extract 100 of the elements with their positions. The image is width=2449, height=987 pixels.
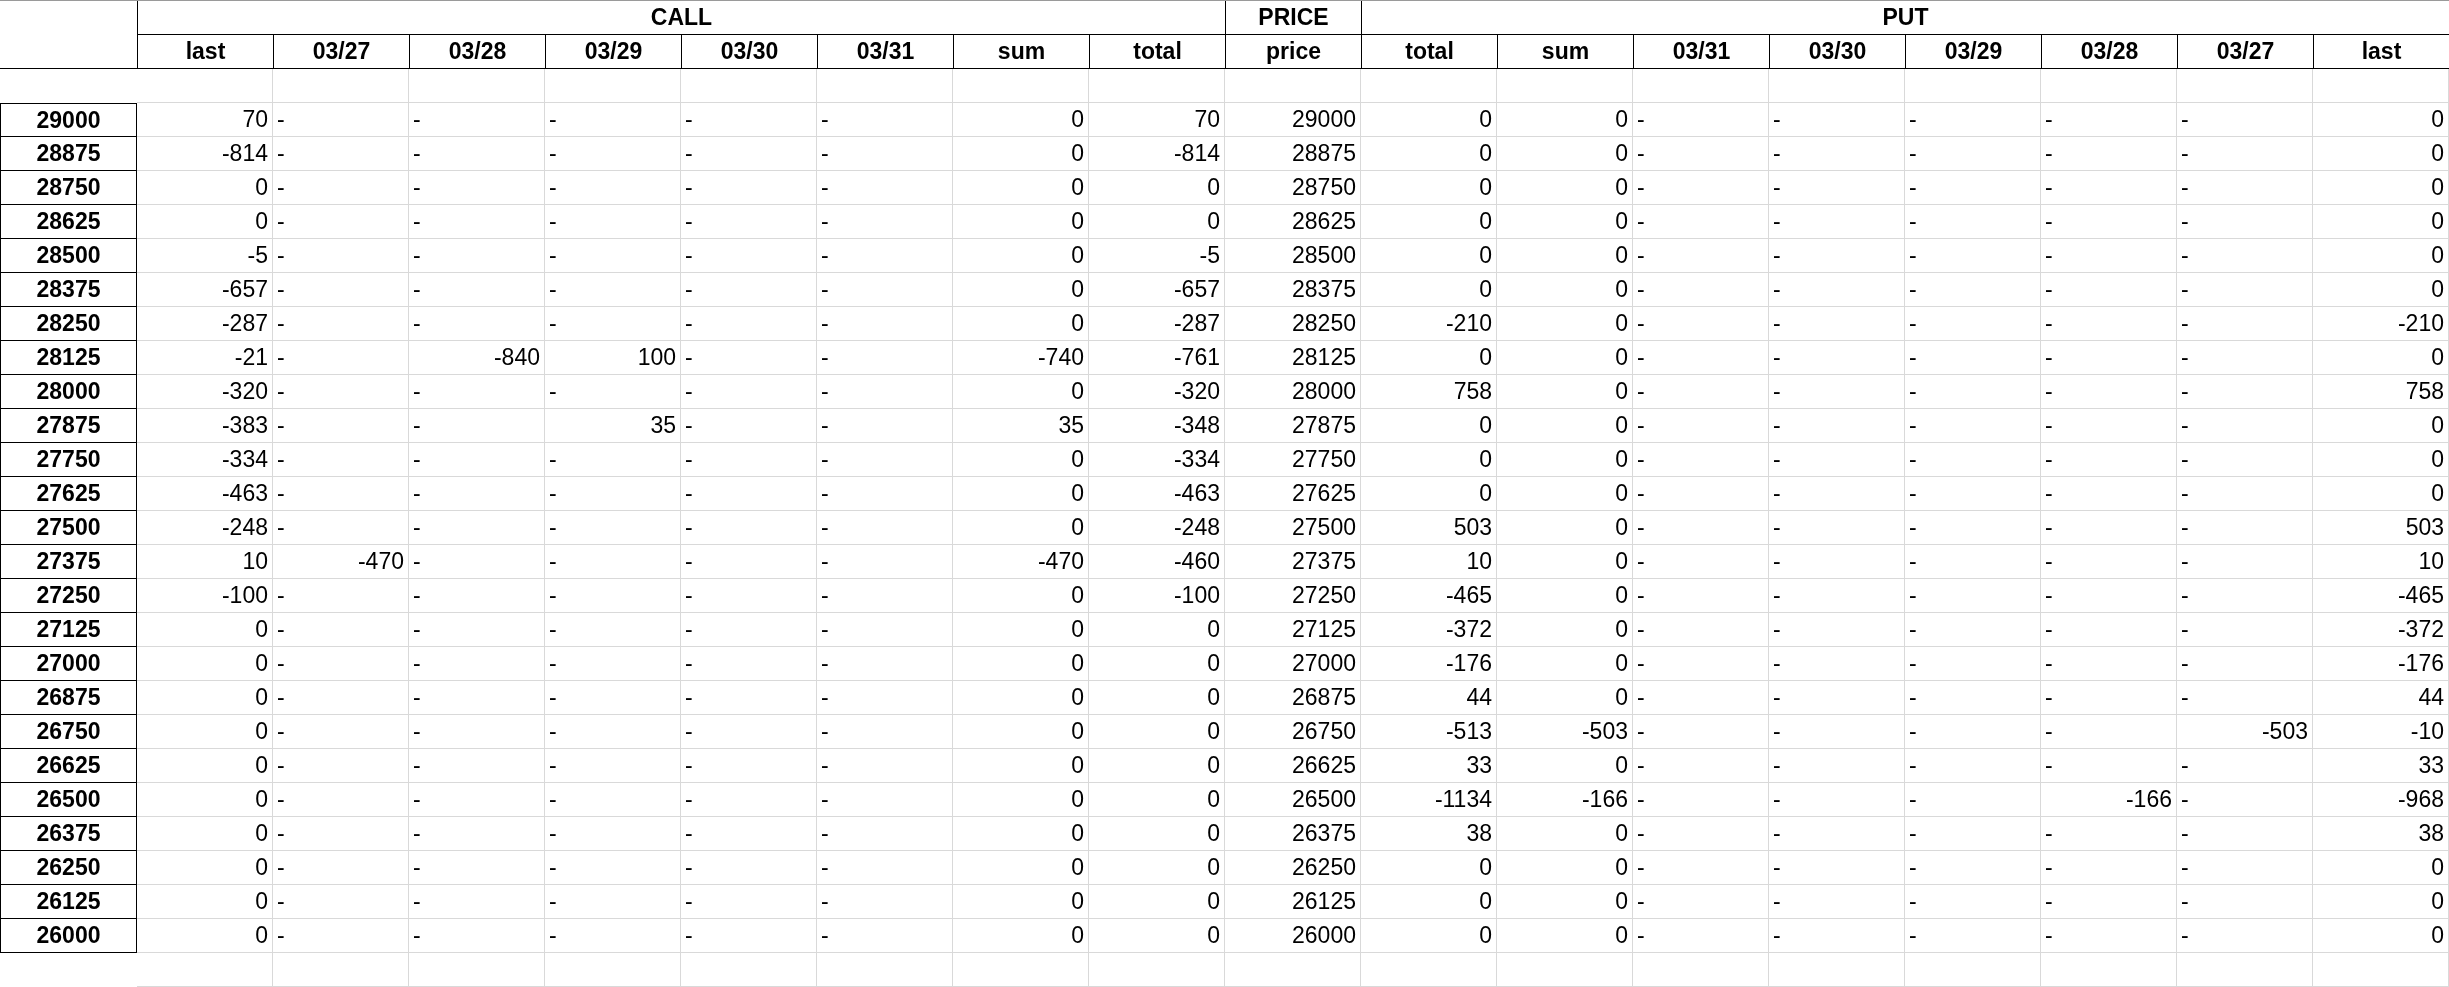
table-cell: - [1633,919,1769,953]
table-cell: - [681,137,817,171]
table-cell: - [2041,545,2177,579]
table-cell: -470 [953,545,1089,579]
table-cell: - [817,375,953,409]
table-cell: - [1905,919,2041,953]
table-cell: - [545,103,681,137]
table-cell: - [1905,171,2041,205]
table-cell: - [1769,239,1905,273]
table-cell: - [273,103,409,137]
table-cell: 0 [1361,273,1497,307]
table-cell: -470 [273,545,409,579]
table-cell: -814 [137,137,273,171]
table-cell: 0 [1497,579,1633,613]
table-cell: 0 [953,239,1089,273]
table-cell: 0 [137,613,273,647]
table-cell: - [409,919,545,953]
table-cell: - [273,851,409,885]
table-cell: - [1769,579,1905,613]
table-cell: - [273,613,409,647]
table-cell: - [2177,239,2313,273]
table-cell: - [545,273,681,307]
table-cell: 0 [953,885,1089,919]
table-cell: - [545,205,681,239]
row-header: 27750 [0,443,137,477]
table-cell: - [2177,511,2313,545]
table-cell: - [817,137,953,171]
table-cell: - [1633,239,1769,273]
table-cell: 0 [2313,103,2449,137]
table-cell: - [1633,579,1769,613]
table-cell: - [1633,749,1769,783]
table-cell: - [817,613,953,647]
table-cell: - [273,579,409,613]
table-cell: - [2177,307,2313,341]
table-cell: - [409,443,545,477]
table-cell: - [409,613,545,647]
table-cell: - [409,409,545,443]
table-cell: -814 [1089,137,1225,171]
table-cell: 0 [1361,477,1497,511]
row-header: 29000 [0,103,137,137]
table-cell: - [273,307,409,341]
table-cell: - [1905,205,2041,239]
table-cell: 0 [1497,443,1633,477]
table-cell: - [2177,783,2313,817]
table-cell: 0 [1497,307,1633,341]
table-cell: 27000 [1225,647,1361,681]
table-cell: - [545,919,681,953]
table-cell: -334 [137,443,273,477]
table-cell: - [2177,817,2313,851]
table-cell: - [1769,749,1905,783]
table-cell: -465 [1361,579,1497,613]
table-cell: - [681,103,817,137]
table-cell: - [409,579,545,613]
table-cell: - [1905,477,2041,511]
table-cell: 26125 [1225,885,1361,919]
table-cell: 0 [953,171,1089,205]
table-cell: -657 [137,273,273,307]
table-cell: 35 [545,409,681,443]
row-header: 26000 [0,919,137,953]
table-cell: - [545,375,681,409]
table-cell: - [1769,681,1905,715]
table-cell: - [817,783,953,817]
table-cell: - [2177,579,2313,613]
table-cell: - [1769,477,1905,511]
table-cell: -248 [137,511,273,545]
table-cell: - [681,579,817,613]
table-cell: -21 [137,341,273,375]
row-header: 28625 [0,205,137,239]
table-cell: 33 [1361,749,1497,783]
table-cell: - [409,647,545,681]
table-cell: - [2177,137,2313,171]
table-cell: - [409,783,545,817]
row-header: 26250 [0,851,137,885]
table-cell: 0 [1089,851,1225,885]
table-cell: - [409,851,545,885]
table-cell: - [1769,171,1905,205]
table-cell: - [1633,715,1769,749]
table-cell: 0 [1089,171,1225,205]
table-cell: - [681,681,817,715]
table-cell: - [1905,749,2041,783]
table-cell: - [409,307,545,341]
table-cell: -348 [1089,409,1225,443]
table-cell: 0 [1361,919,1497,953]
table-cell: - [1905,647,2041,681]
table-cell: - [2177,749,2313,783]
table-cell: 0 [1361,341,1497,375]
table-cell: 0 [2313,409,2449,443]
table-cell: 10 [137,545,273,579]
table-cell: - [1633,375,1769,409]
table-cell: - [2041,375,2177,409]
table-cell: 26250 [1225,851,1361,885]
table-cell: - [273,205,409,239]
table-cell: - [1769,205,1905,239]
table-cell: 0 [1497,647,1633,681]
table-cell: 0 [1361,443,1497,477]
table-cell: 758 [2313,375,2449,409]
table-cell: - [1905,443,2041,477]
table-cell: - [1769,851,1905,885]
table-cell: - [681,715,817,749]
row-header: 27000 [0,647,137,681]
